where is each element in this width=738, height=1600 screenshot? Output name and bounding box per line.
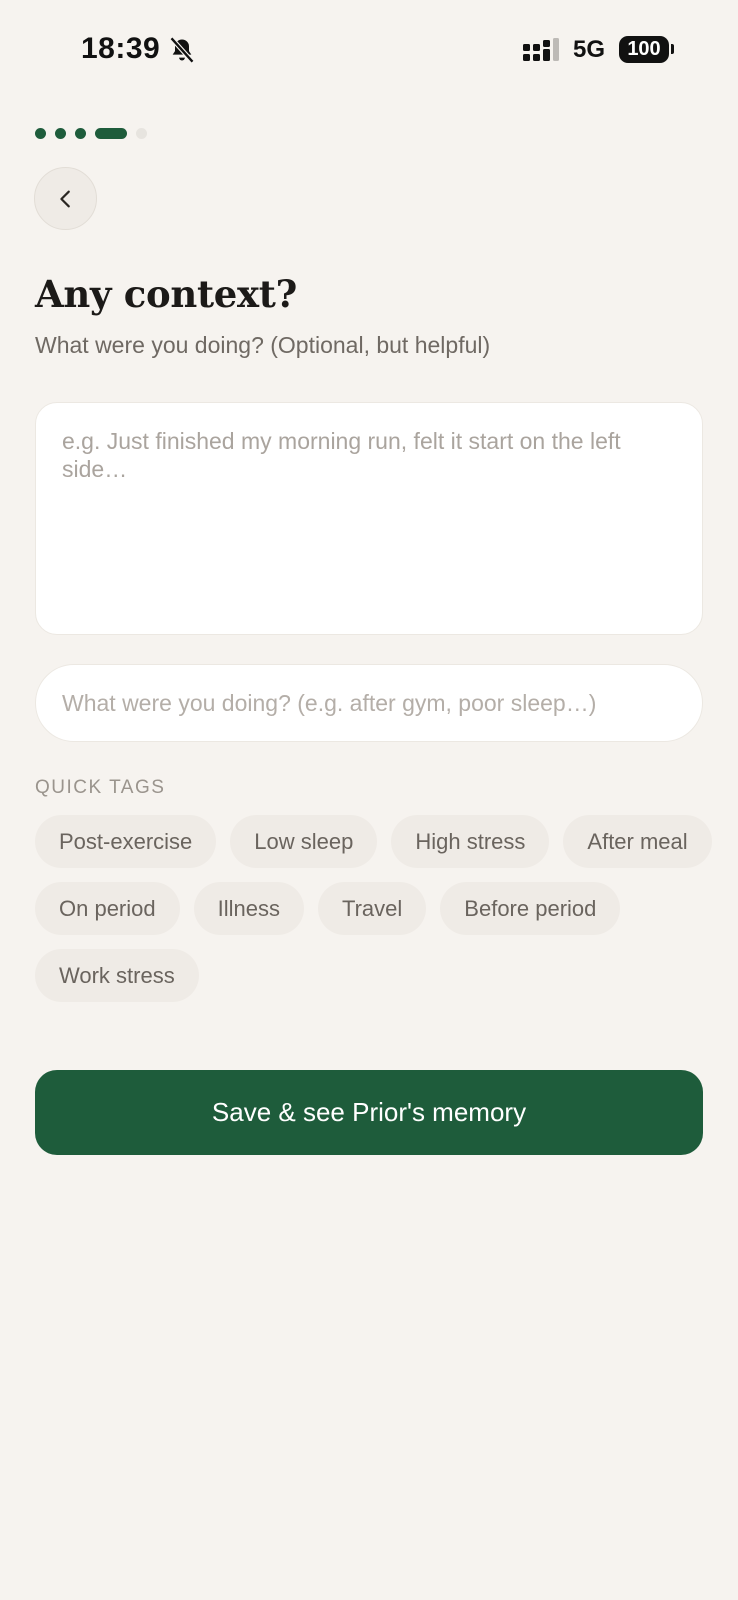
quick-tags: Post-exercise Low sleep High stress Afte… (35, 815, 715, 1002)
step-progress (35, 128, 156, 139)
quick-tags-label: QUICK TAGS (35, 777, 166, 798)
progress-dot-5 (136, 128, 147, 139)
progress-dot-3 (75, 128, 86, 139)
tag-work-stress[interactable]: Work stress (35, 949, 199, 1002)
status-time: 18:39 (81, 32, 161, 65)
tag-travel[interactable]: Travel (317, 882, 427, 935)
battery-level: 100 (619, 36, 669, 63)
tag-on-period[interactable]: On period (35, 882, 180, 935)
progress-dot-1 (35, 128, 46, 139)
page-title: Any context? (35, 272, 297, 316)
status-bar: 18:39 5G 100 (0, 0, 738, 100)
context-notes-textarea[interactable] (35, 402, 703, 635)
signal-icon (523, 38, 559, 61)
chevron-left-icon (59, 190, 70, 207)
page-subtitle: What were you doing? (Optional, but help… (35, 332, 491, 358)
tag-after-meal[interactable]: After meal (563, 815, 712, 868)
network-label: 5G (573, 36, 606, 63)
context-activity-input[interactable] (35, 664, 703, 742)
back-button[interactable] (34, 167, 97, 230)
screen: 18:39 5G 100 Any context? What were you … (0, 0, 738, 1600)
save-button[interactable]: Save & see Prior's memory (35, 1070, 703, 1155)
tag-before-period[interactable]: Before period (440, 882, 621, 935)
tag-high-stress[interactable]: High stress (391, 815, 550, 868)
bell-muted-icon (169, 36, 195, 64)
tag-illness[interactable]: Illness (193, 882, 304, 935)
tag-post-exercise[interactable]: Post-exercise (35, 815, 217, 868)
progress-dot-4-current (95, 128, 127, 139)
progress-dot-2 (55, 128, 66, 139)
battery-tip (671, 44, 674, 54)
tag-low-sleep[interactable]: Low sleep (230, 815, 378, 868)
